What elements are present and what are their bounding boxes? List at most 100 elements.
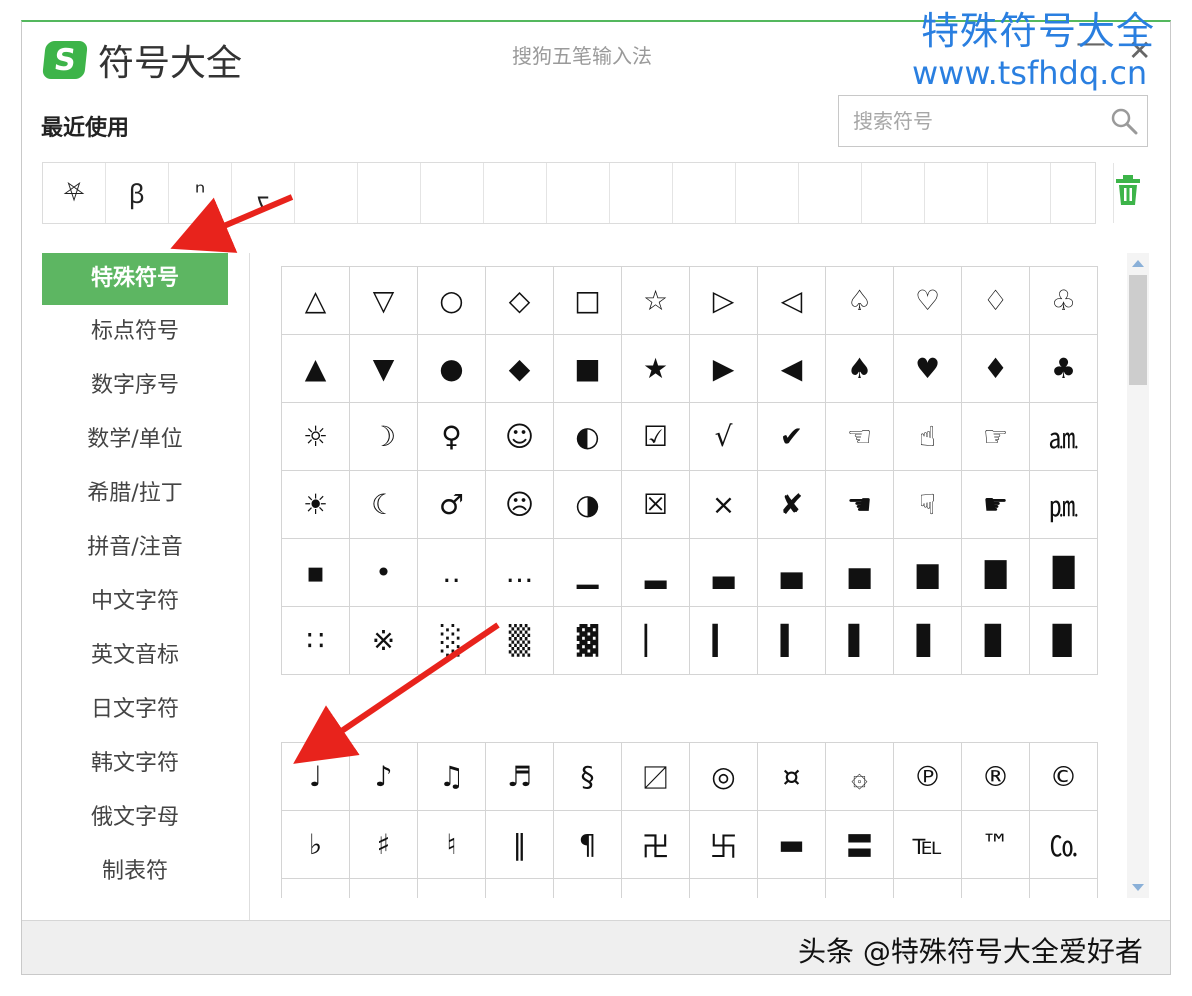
symbol-cell[interactable]: ♤ [826,267,894,335]
symbol-cell[interactable]: ▎ [690,607,758,675]
symbol-cell[interactable]: • [350,539,418,607]
symbol-cell[interactable]: § [554,743,622,811]
recent-symbol[interactable]: ᠶ [232,163,295,223]
symbol-cell[interactable]: ♠ [826,335,894,403]
recent-symbol[interactable]: ⛧ [43,163,106,223]
symbol-cell[interactable]: ㏘ [1030,471,1098,539]
symbol-cell[interactable]: ☽ [350,403,418,471]
category-english-phonetic[interactable]: 英文音标 [42,629,228,683]
symbol-cell[interactable]: 〼 [622,743,690,811]
symbol-cell[interactable]: █ [1030,539,1098,607]
symbol-cell[interactable]: ☜ [826,403,894,471]
recent-symbol[interactable] [925,163,988,223]
recent-symbol[interactable]: ꞵ [106,163,169,223]
symbol-cell[interactable]: ♬ [486,743,554,811]
symbol-cell[interactable]: ♭ [282,811,350,879]
symbol-cell[interactable]: ¶ [554,811,622,879]
symbol-cell[interactable]: ☝ [894,403,962,471]
symbol-cell[interactable]: ▌ [826,607,894,675]
symbol-cell[interactable]: △ [282,267,350,335]
symbol-cell[interactable]: ♧ [1030,267,1098,335]
category-math-units[interactable]: 数学/单位 [42,413,228,467]
category-special-symbols[interactable]: 特殊符号 [42,253,228,305]
trash-icon[interactable] [1114,174,1142,208]
symbol-cell[interactable]: ☹ [486,471,554,539]
symbol-cell[interactable]: ▲ [282,335,350,403]
symbol-cell[interactable]: ◐ [554,403,622,471]
category-greek-latin[interactable]: 希腊/拉丁 [42,467,228,521]
search-icon[interactable] [1109,106,1139,136]
category-punctuation[interactable]: 标点符号 [42,305,228,359]
symbol-cell[interactable]: ● [418,335,486,403]
symbol-cell[interactable]: ㏂ [1030,403,1098,471]
symbol-cell[interactable]: ☼ [282,403,350,471]
symbol-cell[interactable]: ♫ [418,743,486,811]
symbol-cell[interactable]: ☒ [622,471,690,539]
recent-symbol[interactable] [358,163,421,223]
symbol-cell[interactable]: 卍 [622,811,690,879]
symbol-cell[interactable]: □ [554,267,622,335]
symbol-cell[interactable]: ☛ [962,471,1030,539]
symbol-cell[interactable]: 〓 [826,811,894,879]
symbol-cell[interactable]: ※ [350,607,418,675]
recent-symbol[interactable] [799,163,862,223]
symbol-cell[interactable]: ‥ [418,539,486,607]
symbol-cell[interactable]: ▊ [962,607,1030,675]
symbol-cell[interactable]: ▼ [350,335,418,403]
recent-symbol[interactable] [484,163,547,223]
symbol-cell[interactable]: ◐ [962,879,1030,898]
symbol-cell[interactable]: ☋ [486,879,554,898]
symbol-cell[interactable]: ▉ [1030,607,1098,675]
recent-symbol[interactable] [862,163,925,223]
category-russian[interactable]: 俄文字母 [42,791,228,845]
symbol-cell[interactable]: ◑ [554,471,622,539]
symbol-cell[interactable]: ▄ [758,539,826,607]
symbol-cell[interactable]: ▽ [350,267,418,335]
symbol-cell[interactable]: ▁ [554,539,622,607]
symbol-cell[interactable]: ▍ [758,607,826,675]
symbol-cell[interactable]: ▣ [826,879,894,898]
symbol-cell[interactable]: ▃ [690,539,758,607]
symbol-cell[interactable]: ♡ [894,267,962,335]
recent-symbol[interactable] [988,163,1051,223]
category-pinyin-zhuyin[interactable]: 拼音/注音 [42,521,228,575]
symbol-cell[interactable]: ★ [622,335,690,403]
symbol-cell[interactable]: ♣ [1030,335,1098,403]
symbol-cell[interactable]: ◑ [1030,879,1098,898]
vertical-scrollbar[interactable] [1127,253,1149,898]
symbol-cell[interactable]: © [1030,743,1098,811]
category-chinese-chars[interactable]: 中文字符 [42,575,228,629]
symbol-cell[interactable]: ‖ [486,811,554,879]
symbol-cell[interactable]: ▪ [282,539,350,607]
recent-symbol[interactable] [673,163,736,223]
symbol-cell[interactable]: ☈ [350,879,418,898]
symbol-cell[interactable]: ░ [418,607,486,675]
symbol-cell[interactable]: ☇ [282,879,350,898]
symbol-cell[interactable]: ◆ [486,335,554,403]
symbol-cell[interactable]: ☆ [622,267,690,335]
symbol-cell[interactable]: ▇ [962,539,1030,607]
symbol-cell[interactable]: ™ [962,811,1030,879]
symbol-cell[interactable]: ■ [554,335,622,403]
symbol-cell[interactable]: ♩ [282,743,350,811]
symbol-cell[interactable]: ☑ [622,403,690,471]
search-input[interactable] [851,100,1109,142]
symbol-cell[interactable]: 卐 [690,811,758,879]
recent-symbol[interactable]: ⁿ [169,163,232,223]
symbol-cell[interactable]: ∷ [282,607,350,675]
symbol-cell[interactable]: ♮ [418,811,486,879]
symbol-cell[interactable]: ◈ [894,879,962,898]
symbol-cell[interactable]: ▂ [622,539,690,607]
symbol-cell[interactable]: ☌ [554,879,622,898]
symbol-cell[interactable]: ◁ [758,267,826,335]
category-box-drawing[interactable]: 制表符 [42,845,228,899]
symbol-cell[interactable]: ☞ [962,403,1030,471]
symbol-cell[interactable]: ☟ [894,471,962,539]
symbol-cell[interactable]: ☊ [418,879,486,898]
symbol-cell[interactable]: ㏇ [1030,811,1098,879]
symbol-cell[interactable]: ○ [418,267,486,335]
symbol-cell[interactable]: ℡ [894,811,962,879]
symbol-cell[interactable]: ▶ [690,335,758,403]
symbol-cell[interactable]: ♢ [962,267,1030,335]
symbol-cell[interactable]: ☀ [282,471,350,539]
